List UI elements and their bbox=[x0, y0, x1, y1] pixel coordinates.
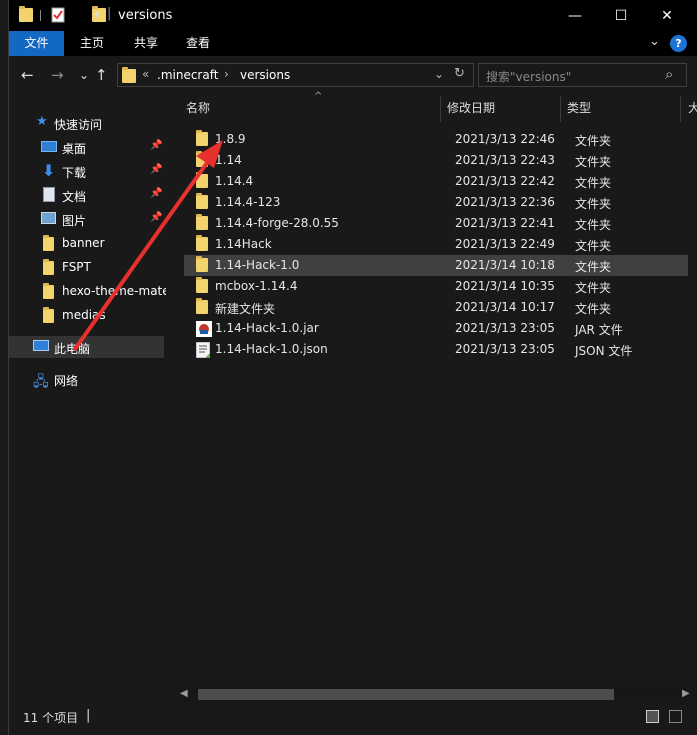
scrollbar-thumb[interactable] bbox=[198, 689, 614, 700]
scroll-left-icon[interactable]: ◀ bbox=[180, 688, 188, 699]
details-view-icon[interactable] bbox=[646, 710, 659, 723]
large-icons-view-icon[interactable] bbox=[669, 710, 682, 723]
file-explorer-window: ▾ | versions — ☐ ✕ 文件 主页 共享 查看 ⌄ ? ← → ⌄… bbox=[8, 0, 697, 735]
horizontal-scrollbar[interactable]: ◀ ▶ bbox=[174, 686, 697, 703]
annotation-arrow bbox=[73, 140, 223, 351]
scroll-right-icon[interactable]: ▶ bbox=[682, 688, 690, 699]
status-divider: | bbox=[86, 708, 91, 723]
item-count: 11 个项目 bbox=[23, 711, 79, 725]
status-bar: 11 个项目 | bbox=[9, 704, 697, 735]
